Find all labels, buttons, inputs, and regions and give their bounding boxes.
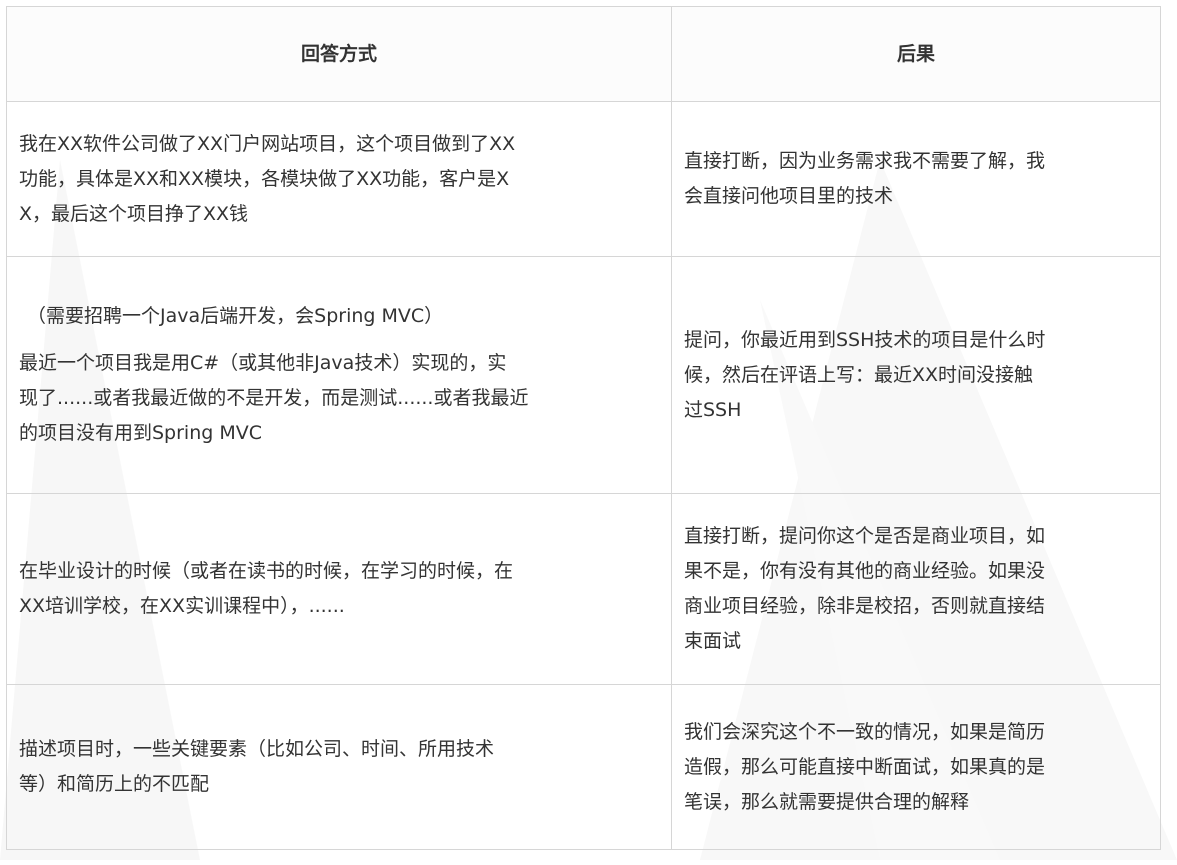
answer-cell: 我在XX软件公司做了XX门户网站项目，这个项目做到了XX 功能，具体是XX和XX… — [6, 101, 672, 257]
consequence-cell: 直接打断，因为业务需求我不需要了解，我 会直接问他项目里的技术 — [671, 101, 1161, 257]
answer-cell: 在毕业设计的时候（或者在读书的时候，在学习的时候，在 XX培训学校，在XX实训课… — [6, 493, 672, 685]
interview-answer-table: 回答方式 后果 我在XX软件公司做了XX门户网站项目，这个项目做到了XX 功能，… — [6, 6, 1161, 850]
table-row: （需要招聘一个Java后端开发，会Spring MVC） 最近一个项目我是用C#（… — [6, 256, 1161, 494]
consequence-cell: 我们会深究这个不一致的情况，如果是简历 造假，那么可能直接中断面试，如果真的是 … — [671, 684, 1161, 850]
answer-text: 最近一个项目我是用C#（或其他非Java技术）实现的，实 现了......或者我… — [19, 352, 529, 444]
header-answer-method: 回答方式 — [6, 6, 672, 102]
answer-cell: 描述项目时，一些关键要素（比如公司、时间、所用技术 等）和简历上的不匹配 — [6, 684, 672, 850]
answer-cell: （需要招聘一个Java后端开发，会Spring MVC） 最近一个项目我是用C#（… — [6, 256, 672, 494]
consequence-cell: 直接打断，提问你这个是否是商业项目，如 果不是，你有没有其他的商业经验。如果没 … — [671, 493, 1161, 685]
table-row: 描述项目时，一些关键要素（比如公司、时间、所用技术 等）和简历上的不匹配 我们会… — [6, 684, 1161, 850]
answer-context: （需要招聘一个Java后端开发，会Spring MVC） — [27, 305, 444, 327]
table-row: 在毕业设计的时候（或者在读书的时候，在学习的时候，在 XX培训学校，在XX实训课… — [6, 493, 1161, 685]
consequence-cell: 提问，你最近用到SSH技术的项目是什么时 候，然后在评语上写：最近XX时间没接触… — [671, 256, 1161, 494]
table-header-row: 回答方式 后果 — [6, 6, 1161, 102]
table-row: 我在XX软件公司做了XX门户网站项目，这个项目做到了XX 功能，具体是XX和XX… — [6, 101, 1161, 257]
header-consequence: 后果 — [671, 6, 1161, 102]
